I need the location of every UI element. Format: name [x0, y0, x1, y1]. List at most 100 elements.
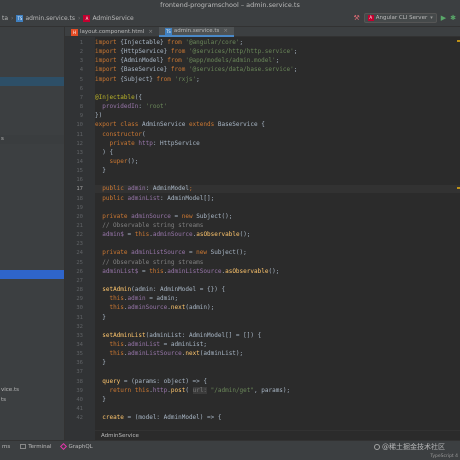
project-tree-item[interactable] [0, 77, 64, 87]
code-line[interactable] [95, 368, 460, 376]
run-configuration-select[interactable]: A Angular CLI Server ▾ [363, 13, 437, 23]
project-tree-item[interactable] [0, 367, 64, 376]
code-line[interactable]: this.adminListSource.next(adminList); [95, 350, 460, 358]
project-tree-item[interactable]: s [0, 135, 64, 145]
code-line[interactable]: this.adminList = adminList; [95, 341, 460, 349]
tool-window-problems[interactable]: ms [2, 444, 10, 450]
code-line[interactable] [95, 240, 460, 248]
project-tree-item[interactable] [0, 193, 64, 202]
project-tree-item[interactable] [0, 270, 64, 280]
project-tree-item[interactable] [0, 309, 64, 318]
project-tree-item[interactable] [0, 357, 64, 366]
close-icon[interactable]: × [223, 26, 228, 36]
project-tree-item[interactable] [0, 164, 64, 173]
project-tree-item[interactable] [0, 68, 64, 77]
code-line[interactable]: super(); [95, 158, 460, 166]
project-tree-item[interactable] [0, 212, 64, 221]
code-token: new [181, 212, 197, 220]
project-tree-item[interactable] [0, 290, 64, 299]
code-line[interactable]: import {Subject} from 'rxjs'; [95, 76, 460, 84]
code-line[interactable] [95, 204, 460, 212]
code-line[interactable]: setAdmin(admin: AdminModel = {}) { [95, 286, 460, 294]
project-tree-item[interactable] [0, 106, 64, 115]
run-play-icon[interactable]: ▶ [441, 14, 446, 22]
code-line[interactable]: }) [95, 112, 460, 120]
tab-layout-component-html[interactable]: H layout.component.html × [65, 27, 159, 37]
code-line[interactable]: import {Injectable} from '@angular/core'… [95, 39, 460, 47]
tool-window-terminal[interactable]: Terminal [20, 444, 51, 450]
editor-breadcrumb[interactable]: AdminService [95, 430, 460, 440]
project-tree-item[interactable] [0, 183, 64, 192]
project-tree-item[interactable] [0, 145, 64, 154]
project-tree-item[interactable]: vice.ts [0, 386, 64, 395]
code-line[interactable] [95, 277, 460, 285]
code-line[interactable]: query = (params: object) => { [95, 378, 460, 386]
project-tree-item[interactable] [0, 126, 64, 135]
project-tree-item[interactable] [0, 376, 64, 385]
code-line[interactable]: private adminSource = new Subject(); [95, 213, 460, 221]
project-tree-item[interactable] [0, 319, 64, 328]
code-line[interactable]: this.adminSource.next(admin); [95, 304, 460, 312]
project-tree-item[interactable] [0, 87, 64, 96]
nav-crumb-file[interactable]: admin.service.ts [25, 15, 75, 22]
project-tree-item[interactable] [0, 97, 64, 106]
code-line[interactable] [95, 405, 460, 413]
tab-admin-service-ts[interactable]: TS admin.service.ts × [158, 26, 234, 37]
project-tree-item[interactable] [0, 241, 64, 250]
project-tree-item[interactable] [0, 154, 64, 163]
project-tree-item[interactable] [0, 29, 64, 38]
code-line[interactable]: } [95, 167, 460, 175]
code-line[interactable]: // Observable string streams [95, 259, 460, 267]
project-tree-item[interactable] [0, 328, 64, 337]
project-tree-item[interactable] [0, 338, 64, 347]
project-tree-item[interactable] [0, 222, 64, 231]
code-line[interactable]: public admin: AdminModel; [95, 185, 460, 194]
project-tree-item[interactable]: ts [0, 396, 64, 405]
code-line[interactable]: return this.http.post( url: "/admin/get"… [95, 386, 460, 395]
project-tree-item[interactable] [0, 232, 64, 241]
code-line[interactable]: private adminListSource = new Subject(); [95, 249, 460, 257]
code-line[interactable]: @Injectable({ [95, 94, 460, 102]
project-tree-item[interactable] [0, 261, 64, 270]
code-line[interactable]: } [95, 396, 460, 404]
project-tree-item[interactable] [0, 48, 64, 57]
code-line[interactable]: private http: HttpService [95, 140, 460, 148]
code-line[interactable]: export class AdminService extends BaseSe… [95, 121, 460, 129]
code-line[interactable] [95, 176, 460, 184]
language-service-status[interactable]: TypeScript 4 [430, 453, 458, 460]
code-line[interactable]: ) { [95, 149, 460, 157]
project-tree-item[interactable] [0, 203, 64, 212]
project-tree-item[interactable] [0, 347, 64, 356]
code-line[interactable]: adminList$ = this.adminListSource.asObse… [95, 268, 460, 276]
project-tree-item[interactable] [0, 174, 64, 183]
code-line[interactable] [95, 85, 460, 93]
code-editor[interactable]: import {Injectable} from '@angular/core'… [95, 37, 460, 430]
project-tree-item[interactable] [0, 39, 64, 48]
project-tree-item[interactable] [0, 116, 64, 125]
project-tree-item[interactable] [0, 280, 64, 289]
code-line[interactable]: admin$ = this.adminSource.asObservable()… [95, 231, 460, 239]
code-line[interactable]: } [95, 359, 460, 367]
project-tree-item[interactable] [0, 251, 64, 260]
code-line[interactable]: import {BaseService} from '@services/dat… [95, 66, 460, 74]
code-line[interactable]: public adminList: AdminModel[]; [95, 195, 460, 203]
code-line[interactable]: import {HttpService} from '@services/htt… [95, 48, 460, 56]
code-line[interactable]: this.admin = admin; [95, 295, 460, 303]
tool-window-graphql[interactable]: GraphQL [60, 442, 93, 451]
debug-bug-icon[interactable]: ✱ [450, 14, 456, 22]
project-tree-item[interactable] [0, 58, 64, 67]
nav-crumb-root[interactable]: ta [2, 15, 8, 22]
code-line[interactable]: // Observable string streams [95, 222, 460, 230]
project-tree-item[interactable] [0, 299, 64, 308]
build-hammer-icon[interactable]: ⚒ [353, 14, 359, 22]
code-line[interactable]: constructor( [95, 131, 460, 139]
code-line[interactable] [95, 323, 460, 331]
code-line[interactable]: create = (model: AdminModel) => { [95, 414, 460, 422]
close-icon[interactable]: × [148, 27, 153, 37]
code-line[interactable]: } [95, 314, 460, 322]
code-line[interactable]: providedIn: 'root' [95, 103, 460, 111]
code-line[interactable]: setAdminList(adminList: AdminModel[] = [… [95, 332, 460, 340]
code-line[interactable]: import {AdminModel} from '@app/models/ad… [95, 57, 460, 65]
nav-crumb-class[interactable]: AdminService [92, 15, 133, 22]
editor-scroll-markers[interactable] [456, 37, 460, 430]
